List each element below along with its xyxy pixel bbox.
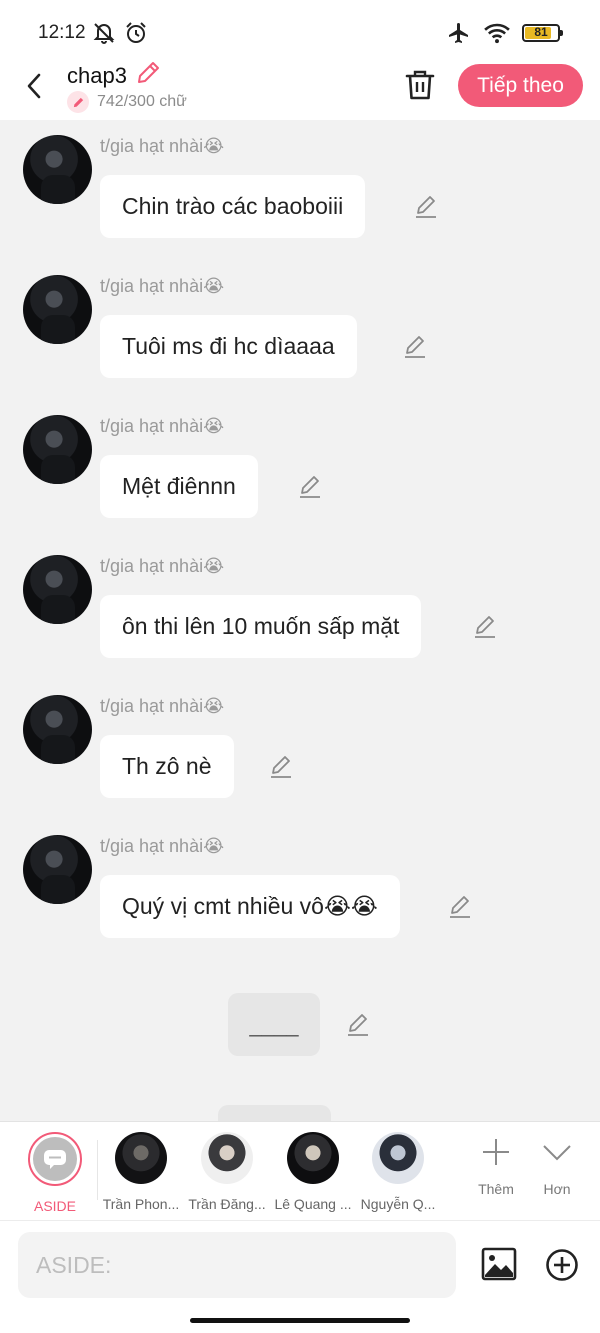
avatar[interactable]: [23, 835, 92, 904]
avatar: [372, 1132, 424, 1184]
insert-image-button[interactable]: [481, 1247, 517, 1281]
edit-icon[interactable]: [447, 894, 473, 920]
mute-icon: [93, 23, 115, 44]
pencil-icon: [73, 97, 83, 107]
aside-input[interactable]: [18, 1232, 456, 1298]
edit-title-button[interactable]: [135, 60, 161, 91]
plus-circle-icon: [546, 1249, 578, 1281]
input-area: [0, 1220, 600, 1333]
character-item[interactable]: Trần Phon...: [98, 1132, 184, 1212]
sender-name: t/gia hạt nhài😭: [100, 696, 225, 716]
message-item: t/gia hạt nhài😭 Chin trào các baoboiii: [0, 120, 600, 260]
avatar[interactable]: [23, 555, 92, 624]
trash-icon: [405, 70, 435, 100]
sender-name: t/gia hạt nhài😭: [100, 556, 225, 576]
battery-level: 81: [534, 25, 548, 39]
chevron-down-icon: [543, 1145, 571, 1161]
sender-name: t/gia hạt nhài😭: [100, 416, 225, 436]
edit-icon[interactable]: [413, 194, 439, 220]
sender-name: t/gia hạt nhài😭: [100, 836, 225, 856]
plus-icon: [483, 1139, 509, 1165]
airplane-icon: [449, 23, 468, 43]
word-count-badge: [67, 91, 89, 113]
message-item: t/gia hạt nhài😭 Th zô nè: [0, 680, 600, 820]
avatar[interactable]: [23, 695, 92, 764]
message-item: t/gia hạt nhài😭 Quý vị cmt nhiều vô😭😭: [0, 820, 600, 960]
chat-list[interactable]: t/gia hạt nhài😭 Chin trào các baoboiii t…: [0, 120, 600, 1121]
character-aside[interactable]: ASIDE: [12, 1132, 98, 1214]
avatar: [287, 1132, 339, 1184]
more-label: Hơn: [543, 1181, 571, 1197]
character-name: Trần Phon...: [102, 1196, 180, 1212]
message-bubble[interactable]: Th zô nè: [100, 735, 234, 798]
edit-icon[interactable]: [472, 614, 498, 640]
add-button[interactable]: [545, 1248, 579, 1282]
message-item: t/gia hạt nhài😭 ôn thi lên 10 muốn sấp m…: [0, 540, 600, 680]
sender-name: t/gia hạt nhài😭: [100, 276, 225, 296]
wifi-icon: [484, 23, 510, 44]
message-bubble[interactable]: Quý vị cmt nhiều vô😭😭: [100, 875, 400, 938]
chat-bubble-icon: [44, 1150, 66, 1169]
aside-inner: [33, 1137, 77, 1181]
character-bar: ASIDE Trần Phon... Trần Đăng... Lê Quang…: [0, 1121, 600, 1220]
message-bubble[interactable]: Chin trào các baoboiii: [100, 175, 366, 238]
word-count-text: 742/300 chữ: [97, 93, 187, 110]
avatar[interactable]: [23, 275, 92, 344]
character-item[interactable]: Lê Quang ...: [270, 1132, 356, 1212]
edit-icon[interactable]: [345, 1012, 371, 1038]
message-item: t/gia hạt nhài😭 Mệt điênnn: [0, 400, 600, 540]
add-character-button[interactable]: Thêm: [466, 1136, 526, 1197]
character-item[interactable]: Trần Đăng...: [184, 1132, 270, 1212]
image-icon: [481, 1247, 517, 1281]
character-item[interactable]: Nguyễn Q...: [355, 1132, 441, 1212]
status-time: 12:12: [38, 22, 86, 43]
edit-icon[interactable]: [297, 474, 323, 500]
message-item: t/gia hạt nhài😭 Tuôi ms đi hc dìaaaa: [0, 260, 600, 400]
add-label: Thêm: [478, 1181, 514, 1197]
edit-icon[interactable]: [268, 754, 294, 780]
delete-button[interactable]: [404, 68, 436, 102]
status-left-icons: [92, 21, 148, 45]
back-button[interactable]: [18, 66, 50, 106]
avatar: [115, 1132, 167, 1184]
word-count: 742/300 chữ: [67, 91, 187, 113]
character-name: Trần Đăng...: [188, 1196, 266, 1212]
chevron-left-icon: [27, 73, 41, 99]
status-bar: 12:12 81: [0, 0, 600, 64]
aside-label: ASIDE: [33, 1198, 76, 1214]
partial-block[interactable]: [218, 1105, 331, 1121]
header: chap3 742/300 chữ Tiếp theo: [0, 56, 600, 120]
next-button[interactable]: Tiếp theo: [458, 64, 583, 107]
avatar[interactable]: [23, 415, 92, 484]
character-name: Lê Quang ...: [274, 1196, 352, 1212]
more-button[interactable]: Hơn: [527, 1136, 587, 1197]
character-name: Nguyễn Q...: [360, 1196, 436, 1212]
aside-circle: [28, 1132, 82, 1186]
home-indicator[interactable]: [190, 1318, 410, 1323]
title-wrap: chap3: [67, 60, 161, 91]
message-bubble[interactable]: ôn thi lên 10 muốn sấp mặt: [100, 595, 422, 658]
avatar: [201, 1132, 253, 1184]
sender-name: t/gia hạt nhài😭: [100, 136, 225, 156]
edit-icon[interactable]: [402, 334, 428, 360]
page-title: chap3: [67, 62, 127, 88]
divider-block[interactable]: ____: [228, 993, 320, 1056]
message-bubble[interactable]: Tuôi ms đi hc dìaaaa: [100, 315, 357, 378]
message-bubble[interactable]: Mệt điênnn: [100, 455, 258, 518]
battery-icon: 81: [522, 24, 563, 42]
avatar[interactable]: [23, 135, 92, 204]
pencil-icon: [138, 62, 160, 83]
status-right-icons: 81: [446, 21, 563, 45]
alarm-icon: [126, 22, 146, 43]
